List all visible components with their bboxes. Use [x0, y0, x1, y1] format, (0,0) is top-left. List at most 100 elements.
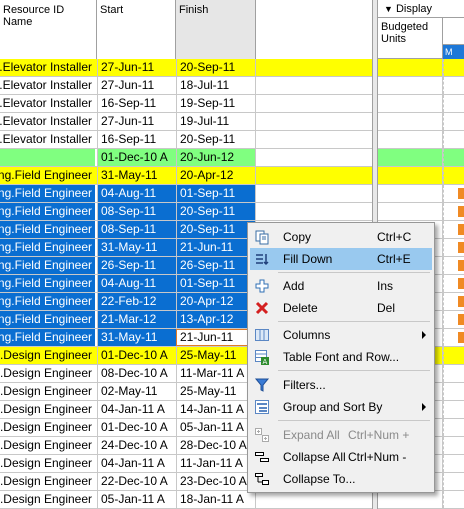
cell-finish[interactable]: 21-Jun-11	[176, 329, 256, 346]
cell-budgeted-units[interactable]	[378, 95, 443, 112]
cell-resource[interactable]: FieldEng.Field Engineer	[0, 167, 95, 184]
cell-resource[interactable]: FieldEng.Field Engineer	[0, 311, 95, 328]
cell-start[interactable]: 01-Dec-10 A	[97, 149, 176, 166]
cell-finish[interactable]: 13-Apr-12	[176, 311, 256, 328]
display-row[interactable]	[378, 167, 464, 185]
cell-resource[interactable]: FieldEng.Design Engineer	[0, 383, 95, 400]
menu-item-group-sort[interactable]: Group and Sort By	[250, 396, 432, 418]
cell-start[interactable]: 26-Sep-11	[97, 257, 176, 274]
cell-resource[interactable]: FieldEng.Field Engineer	[0, 275, 95, 292]
cell-resource[interactable]: FieldEng.Field Engineer	[0, 239, 95, 256]
cell-start[interactable]: 24-Dec-10 A	[97, 437, 176, 454]
table-row[interactable]: FieldEng.Design Engineer 05-Jan-11 A18-Ja…	[0, 491, 375, 509]
cell-start[interactable]: 05-Jan-11 A	[97, 491, 176, 508]
cell-resource[interactable]: FieldEng.Field Engineer	[0, 203, 95, 220]
cell-resource[interactable]: Const.Elevator Installer	[0, 77, 95, 94]
cell-start[interactable]: 31-May-11	[97, 329, 176, 346]
cell-start[interactable]: 04-Aug-11	[97, 275, 176, 292]
menu-item-copy[interactable]: Copy Ctrl+C	[250, 226, 432, 248]
display-row[interactable]	[378, 149, 464, 167]
cell-budgeted-units[interactable]	[378, 491, 443, 508]
display-row[interactable]	[378, 95, 464, 113]
cell-finish[interactable]: 11-Jan-11 A	[176, 455, 256, 472]
cell-resource[interactable]: FieldEng.Field Engineer	[0, 329, 95, 346]
cell-finish[interactable]: 20-Sep-11	[176, 221, 256, 238]
cell-finish[interactable]: 20-Apr-12	[176, 167, 256, 184]
cell-finish[interactable]: 20-Sep-11	[176, 131, 256, 148]
cell-budgeted-units[interactable]	[378, 131, 443, 148]
menu-item-add[interactable]: Add Ins	[250, 275, 432, 297]
cell-budgeted-units[interactable]	[378, 149, 443, 166]
cell-start[interactable]: 08-Dec-10 A	[97, 365, 176, 382]
cell-finish[interactable]: 20-Sep-11	[176, 203, 256, 220]
table-row[interactable]: FieldEng.Field Engineer 31-May-1120-Apr-1…	[0, 167, 375, 185]
cell-resource[interactable]: FieldEng.Design Engineer	[0, 473, 95, 490]
cell-start[interactable]: 27-Jun-11	[97, 77, 176, 94]
cell-budgeted-units[interactable]	[378, 59, 443, 76]
cell-start[interactable]: 27-Jun-11	[97, 113, 176, 130]
table-row[interactable]: FieldEng.Field Engineer 04-Aug-1101-Sep-1…	[0, 185, 375, 203]
cell-start[interactable]: 31-May-11	[97, 167, 176, 184]
display-row[interactable]	[378, 185, 464, 203]
cell-start[interactable]: 31-May-11	[97, 239, 176, 256]
cell-resource[interactable]: FieldEng.Design Engineer	[0, 365, 95, 382]
display-tab[interactable]: ▼ Display	[378, 0, 464, 18]
cell-start[interactable]: 04-Jan-11 A	[97, 455, 176, 472]
menu-item-columns[interactable]: Columns	[250, 324, 432, 346]
cell-resource[interactable]: FieldEng.Field Engineer	[0, 257, 95, 274]
table-row[interactable]: Const.Elevator Installer 27-Jun-1120-Sep-…	[0, 59, 375, 77]
cell-start[interactable]: 16-Sep-11	[97, 131, 176, 148]
cell-start[interactable]: 21-Mar-12	[97, 311, 176, 328]
cell-start[interactable]: 08-Sep-11	[97, 221, 176, 238]
cell-start[interactable]: 27-Jun-11	[97, 59, 176, 76]
cell-finish[interactable]: 01-Sep-11	[176, 185, 256, 202]
cell-start[interactable]: 22-Feb-12	[97, 293, 176, 310]
cell-finish[interactable]: 25-May-11	[176, 347, 256, 364]
menu-item-collapse-all[interactable]: Collapse All Ctrl+Num -	[250, 446, 432, 468]
cell-resource[interactable]: FieldEng.Design Engineer	[0, 491, 95, 508]
cell-finish[interactable]: 21-Jun-11	[176, 239, 256, 256]
cell-finish[interactable]: 18-Jul-11	[176, 77, 256, 94]
table-row[interactable]: Const.Elevator Installer 27-Jun-1119-Jul-…	[0, 113, 375, 131]
display-row[interactable]	[378, 77, 464, 95]
column-header-finish[interactable]: Finish	[176, 0, 256, 59]
cell-finish[interactable]: 25-May-11	[176, 383, 256, 400]
cell-resource[interactable]: Const.Elevator Installer	[0, 131, 95, 148]
cell-finish[interactable]: 23-Dec-10 A	[176, 473, 256, 490]
cell-start[interactable]: 04-Aug-11	[97, 185, 176, 202]
cell-resource[interactable]: FieldEng.Design Engineer	[0, 347, 95, 364]
cell-resource[interactable]: FieldEng.Design Engineer	[0, 419, 95, 436]
cell-finish[interactable]: 11-Mar-11 A	[176, 365, 256, 382]
cell-resource[interactable]: FieldEng.Field Engineer	[0, 221, 95, 238]
cell-resource[interactable]: Const.Elevator Installer	[0, 113, 95, 130]
cell-budgeted-units[interactable]	[378, 185, 443, 202]
cell-finish[interactable]: 19-Jul-11	[176, 113, 256, 130]
cell-finish[interactable]: 20-Sep-11	[176, 59, 256, 76]
cell-resource[interactable]: FieldEng.Design Engineer	[0, 401, 95, 418]
cell-start[interactable]: 01-Dec-10 A	[97, 347, 176, 364]
cell-finish[interactable]: 14-Jan-11 A	[176, 401, 256, 418]
menu-item-fill-down[interactable]: Fill Down Ctrl+E	[250, 248, 432, 270]
cell-start[interactable]: 01-Dec-10 A	[97, 419, 176, 436]
cell-start[interactable]: 16-Sep-11	[97, 95, 176, 112]
column-header-budgeted-units[interactable]: Budgeted Units	[378, 18, 443, 59]
display-row[interactable]	[378, 491, 464, 509]
cell-finish[interactable]: 19-Sep-11	[176, 95, 256, 112]
cell-start[interactable]: 22-Dec-10 A	[97, 473, 176, 490]
display-row[interactable]	[378, 113, 464, 131]
cell-finish[interactable]: 26-Sep-11	[176, 257, 256, 274]
display-row[interactable]	[378, 131, 464, 149]
table-row[interactable]: Const.Elevator Installer 16-Sep-1120-Sep-…	[0, 131, 375, 149]
display-row[interactable]	[378, 203, 464, 221]
table-row[interactable]: Const.Elevator Installer 27-Jun-1118-Jul-…	[0, 77, 375, 95]
display-row[interactable]	[378, 59, 464, 77]
cell-resource[interactable]: FieldEng.Design Engineer	[0, 455, 95, 472]
cell-finish[interactable]: 05-Jan-11 A	[176, 419, 256, 436]
cell-resource[interactable]: FieldEng.Field Engineer	[0, 185, 95, 202]
menu-item-delete[interactable]: Delete Del	[250, 297, 432, 319]
cell-resource[interactable]: FieldEng.Field Engineer	[0, 293, 95, 310]
cell-resource[interactable]: Const.Elevator Installer	[0, 95, 95, 112]
column-header-start[interactable]: Start	[97, 0, 176, 59]
cell-start[interactable]: 08-Sep-11	[97, 203, 176, 220]
cell-start[interactable]: 02-May-11	[97, 383, 176, 400]
